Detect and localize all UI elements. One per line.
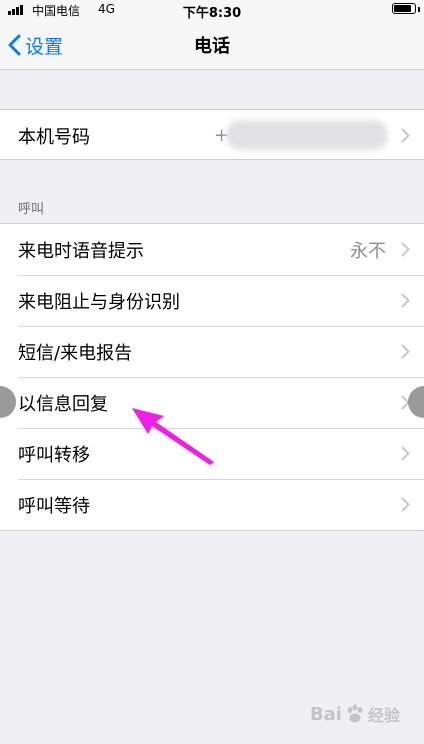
calls-group: 来电时语音提示 永不 来电阻止与身份识别 短信/来电报告 以信息回复 呼叫转移 … [0, 223, 424, 531]
row-label: 呼叫转移 [18, 444, 90, 466]
chevron-right-icon [401, 242, 410, 257]
row-call-waiting[interactable]: 呼叫等待 [0, 479, 424, 530]
chevron-right-icon [401, 344, 410, 359]
chevron-right-icon [401, 497, 410, 512]
row-call-blocking[interactable]: 来电阻止与身份识别 [0, 275, 424, 326]
navigation-bar: 设置 电话 [0, 20, 424, 70]
chevron-right-icon [401, 446, 410, 461]
chevron-right-icon [401, 128, 410, 143]
battery-tip [418, 7, 420, 12]
watermark-brand: Bai [309, 703, 342, 725]
row-announce-calls[interactable]: 来电时语音提示 永不 [0, 224, 424, 275]
row-label: 以信息回复 [18, 393, 108, 415]
row-my-number[interactable]: 本机号码 + [0, 110, 424, 161]
row-label: 本机号码 [18, 126, 90, 148]
row-label: 来电阻止与身份识别 [18, 291, 180, 313]
paw-icon [344, 703, 366, 725]
battery-icon [392, 3, 416, 14]
battery-level [394, 5, 412, 12]
row-label: 短信/来电报告 [18, 342, 133, 364]
watermark-product: 经验 [367, 706, 400, 725]
my-number-group: 本机号码 + [0, 109, 424, 160]
row-label: 来电时语音提示 [18, 240, 144, 262]
baidu-jingyan-watermark: Bai 经验 [310, 702, 400, 726]
status-bar: 中国电信 4G 下午8:30 [0, 0, 424, 21]
chevron-right-icon [401, 293, 410, 308]
row-detail-value: 永不 [350, 240, 386, 262]
status-time: 下午8:30 [182, 6, 242, 21]
section-header-calls: 呼叫 [18, 202, 45, 217]
page-title: 电话 [194, 36, 230, 57]
row-sms-call-reporting[interactable]: 短信/来电报告 [0, 326, 424, 377]
annotation-arrow-icon [132, 408, 214, 465]
phone-number-redacted [226, 120, 388, 150]
row-label: 呼叫等待 [18, 495, 90, 517]
